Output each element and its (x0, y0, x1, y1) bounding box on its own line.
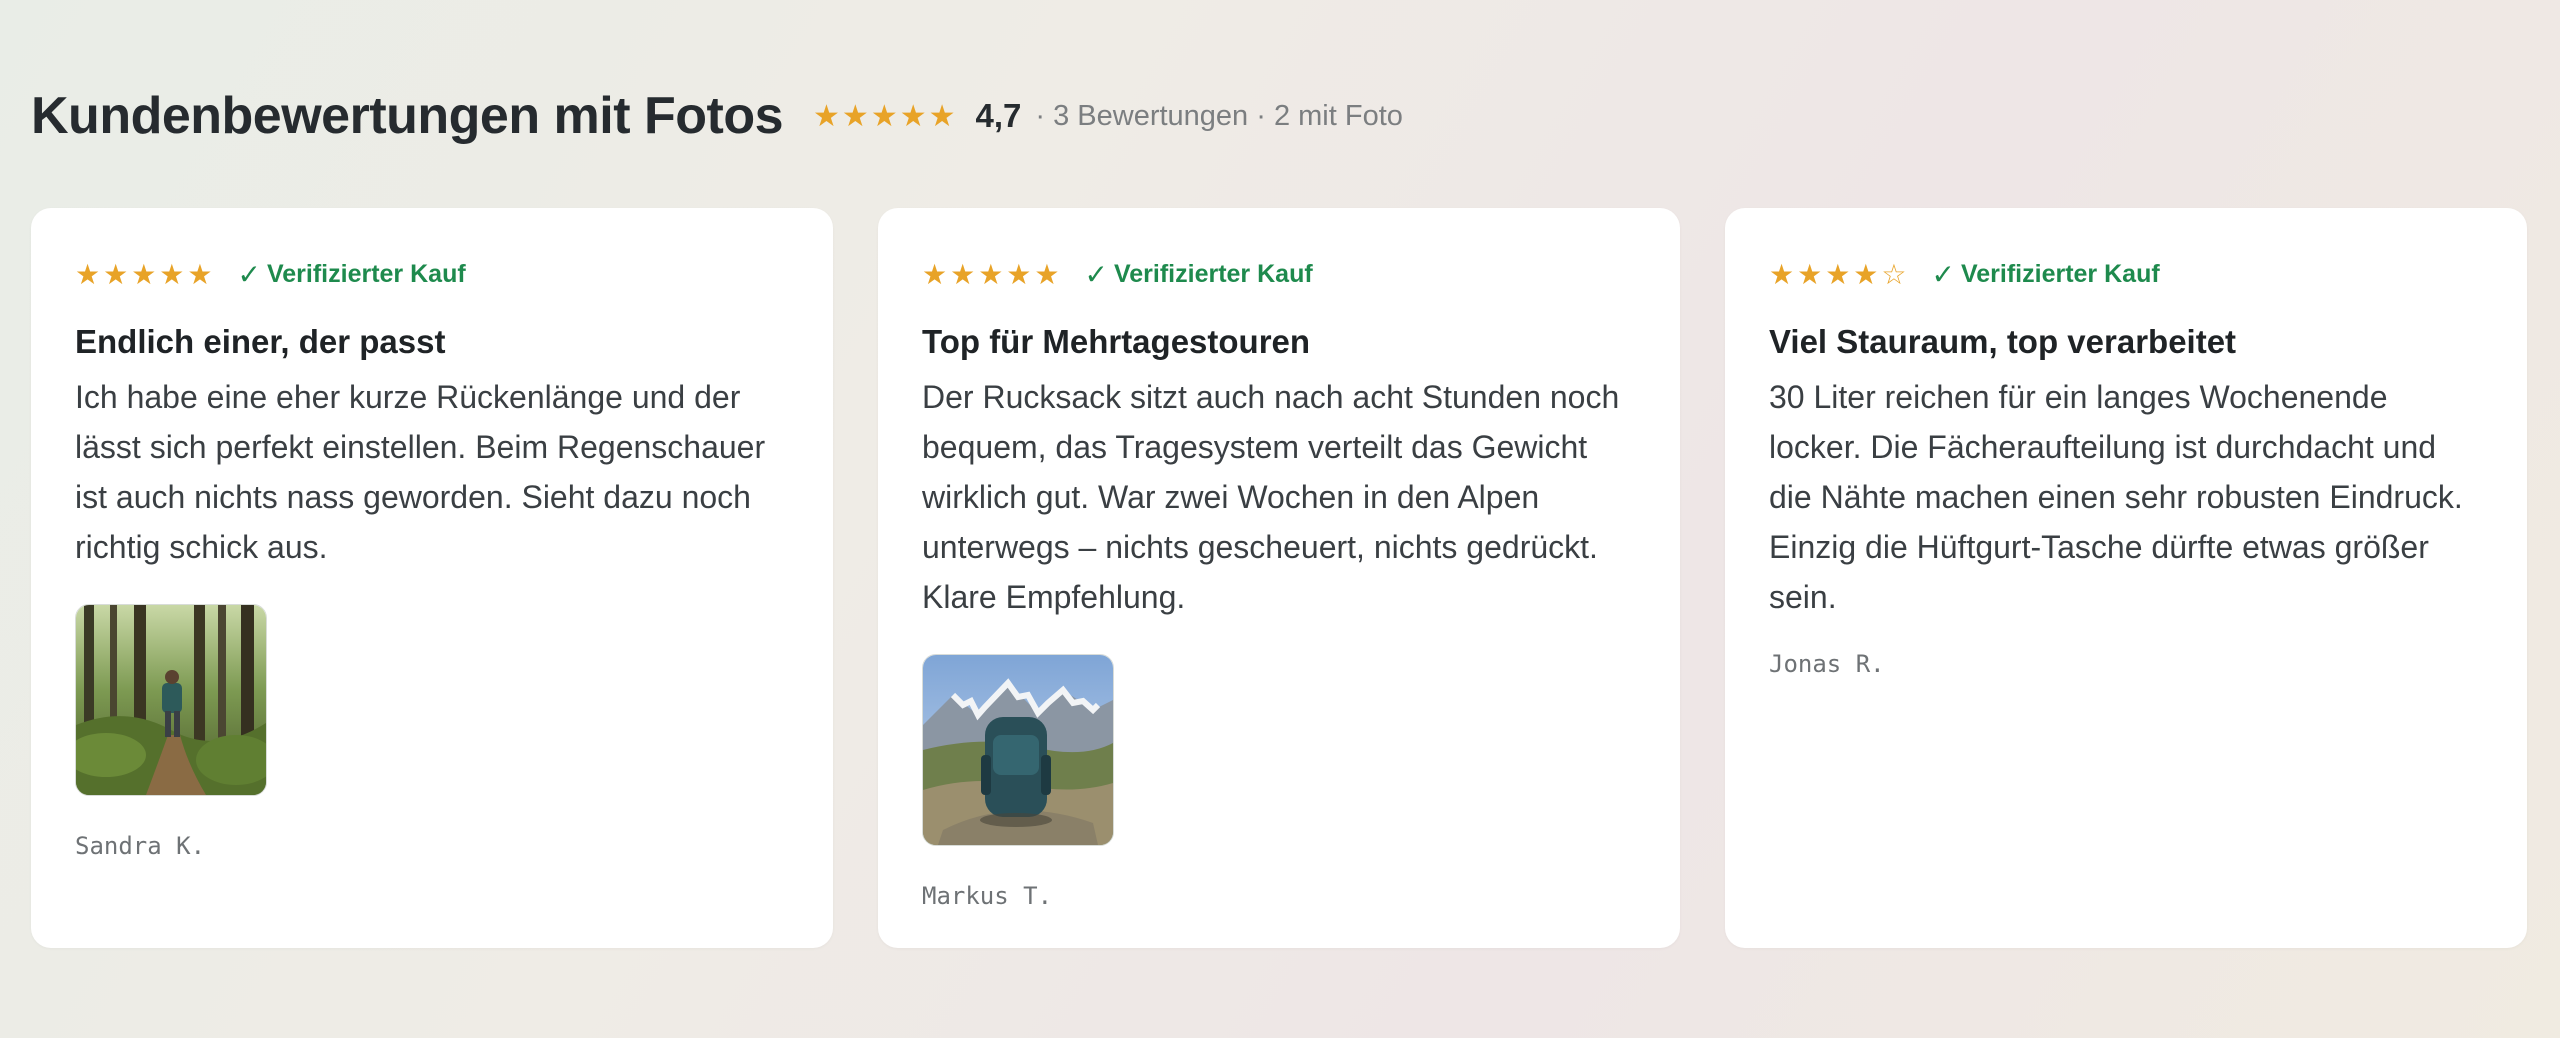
forest-hiker-photo (76, 605, 266, 795)
mountain-backpack-photo (923, 655, 1113, 845)
review-title: Top für Mehrtagestouren (922, 323, 1311, 360)
star-rating: ★★★★★ (922, 258, 1063, 290)
review-photo[interactable] (75, 604, 267, 796)
verified-purchase-badge: ✓ Verifizierter Kauf (238, 258, 466, 291)
check-icon: ✓ (1084, 258, 1108, 290)
page-title: Kundenbewertungen mit Fotos (31, 87, 784, 145)
star-rating: ★★★★☆ (1769, 258, 1910, 290)
summary-score: 4,7 (975, 97, 1022, 134)
review-photo[interactable] (922, 654, 1114, 846)
review-card: ★★★★★ ✓ Verifizierter Kauf Endlich einer… (31, 208, 833, 948)
verified-purchase-badge: ✓ Verifizierter Kauf (1932, 258, 2160, 291)
review-text: Der Rucksack sitzt auch nach acht Stunde… (922, 379, 1620, 615)
star-rating: ★★★★★ (75, 258, 216, 290)
review-card: ★★★★☆ ✓ Verifizierter Kauf Viel Stauraum… (1725, 208, 2527, 948)
review-title: Endlich einer, der passt (75, 323, 446, 360)
review-title: Viel Stauraum, top verarbeitet (1769, 323, 2237, 360)
summary-star-rating: ★★★★★ (813, 99, 958, 133)
reviews-header: Kundenbewertungen mit Fotos ★★★★★ 4,7 · … (31, 86, 1403, 146)
review-text: 30 Liter reichen für ein langes Wochenen… (1769, 379, 2463, 615)
check-icon: ✓ (1931, 258, 1955, 290)
rating-row: ★★★★★ ✓ Verifizierter Kauf (922, 254, 1636, 294)
rating-row: ★★★★★ ✓ Verifizierter Kauf (75, 254, 789, 294)
review-card: ★★★★★ ✓ Verifizierter Kauf Top für Mehrt… (878, 208, 1680, 948)
verified-label: Verifizierter Kauf (266, 259, 466, 288)
review-text: Ich habe eine eher kurze Rückenlänge und… (75, 379, 766, 565)
check-icon: ✓ (237, 258, 261, 290)
review-author: Markus T. (922, 882, 1053, 910)
rating-row: ★★★★☆ ✓ Verifizierter Kauf (1769, 254, 2483, 294)
verified-purchase-badge: ✓ Verifizierter Kauf (1085, 258, 1313, 291)
verified-label: Verifizierter Kauf (1960, 259, 2160, 288)
review-author: Jonas R. (1769, 650, 1885, 678)
verified-label: Verifizierter Kauf (1113, 259, 1313, 288)
review-author: Sandra K. (75, 832, 206, 860)
summary-meta: · 3 Bewertungen · 2 mit Foto (1035, 99, 1403, 132)
